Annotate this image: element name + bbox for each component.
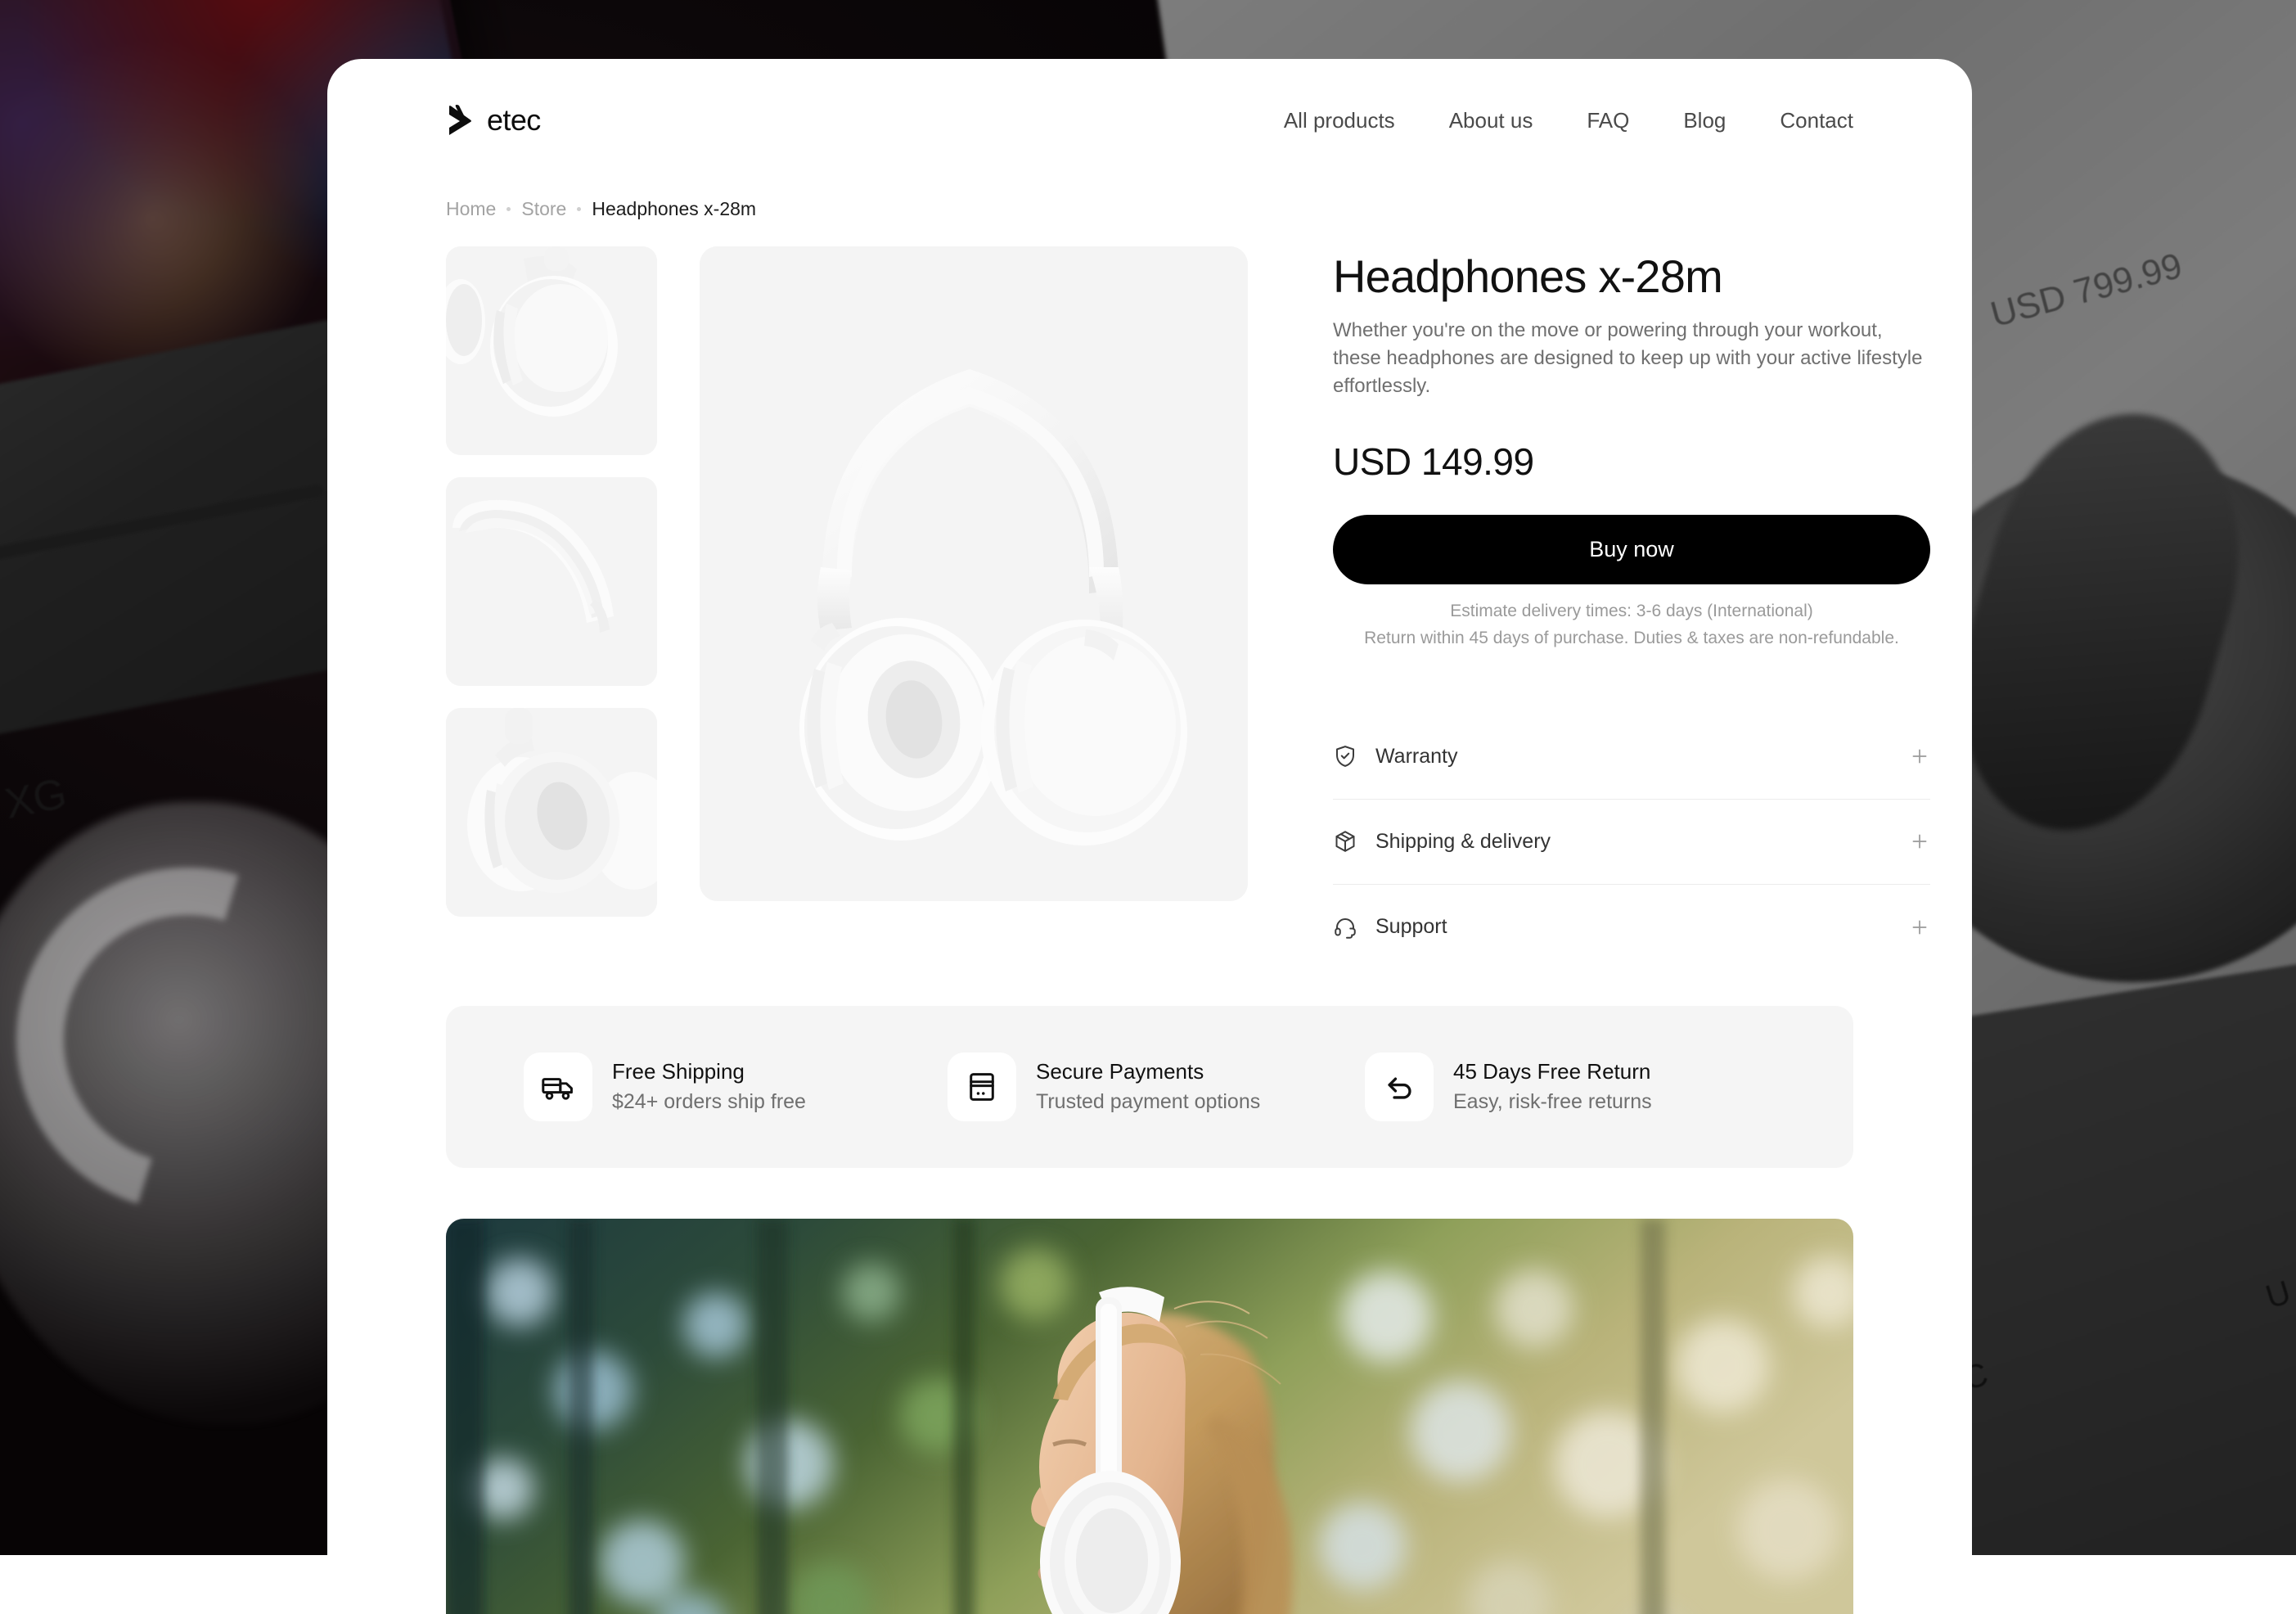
page-title: Headphones x-28m xyxy=(1333,253,1930,301)
accordion-label-warranty: Warranty xyxy=(1375,745,1909,769)
product-page-card: etec All products About us FAQ Blog Cont… xyxy=(327,59,1972,1614)
nav-link-blog[interactable]: Blog xyxy=(1683,108,1726,133)
nav-link-about-us[interactable]: About us xyxy=(1449,108,1533,133)
thumbnail-gallery xyxy=(446,246,657,970)
nav-link-faq[interactable]: FAQ xyxy=(1587,108,1629,133)
feature-title-secure-payments: Secure Payments xyxy=(1036,1058,1260,1085)
shield-check-icon xyxy=(1333,744,1357,769)
accordion-row-shipping-delivery[interactable]: Shipping & delivery xyxy=(1333,800,1930,885)
breadcrumb-item-home[interactable]: Home xyxy=(446,198,496,220)
features-bar: Free Shipping $24+ orders ship free Secu… xyxy=(446,1006,1853,1168)
feature-title-free-shipping: Free Shipping xyxy=(612,1058,806,1085)
buy-now-button[interactable]: Buy now xyxy=(1333,515,1930,584)
brand-logo[interactable]: etec xyxy=(446,103,541,138)
product-section: Headphones x-28m Whether you're on the m… xyxy=(446,246,1853,970)
credit-card-icon xyxy=(948,1053,1016,1121)
feature-free-return: 45 Days Free Return Easy, risk-free retu… xyxy=(1365,1053,1749,1121)
delivery-estimate-note: Estimate delivery times: 3-6 days (Inter… xyxy=(1333,599,1930,623)
feature-title-free-return: 45 Days Free Return xyxy=(1453,1058,1652,1085)
arrow-chevron-logo-icon xyxy=(446,104,474,137)
main-navigation: All products About us FAQ Blog Contact xyxy=(1284,108,1853,133)
plus-icon[interactable] xyxy=(1909,917,1930,938)
product-main-image[interactable] xyxy=(700,246,1248,901)
thumbnail-image-1[interactable] xyxy=(446,246,657,455)
feature-subtitle-secure-payments: Trusted payment options xyxy=(1036,1089,1260,1116)
feature-free-shipping: Free Shipping $24+ orders ship free xyxy=(524,1053,916,1121)
accordion-row-support[interactable]: Support xyxy=(1333,885,1930,970)
truck-icon xyxy=(524,1053,592,1121)
product-price: USD 149.99 xyxy=(1333,440,1930,484)
breadcrumb-separator-icon xyxy=(506,207,511,211)
return-arrow-icon xyxy=(1365,1053,1434,1121)
accordion-row-warranty[interactable]: Warranty xyxy=(1333,715,1930,800)
feature-secure-payments: Secure Payments Trusted payment options xyxy=(948,1053,1332,1121)
feature-subtitle-free-return: Easy, risk-free returns xyxy=(1453,1089,1652,1116)
nav-link-all-products[interactable]: All products xyxy=(1284,108,1395,133)
thumbnail-image-3[interactable] xyxy=(446,708,657,917)
breadcrumb: Home Store Headphones x-28m xyxy=(446,198,1853,220)
package-box-icon xyxy=(1333,829,1357,854)
breadcrumb-item-current: Headphones x-28m xyxy=(592,198,756,220)
plus-icon[interactable] xyxy=(1909,831,1930,852)
product-description: Whether you're on the move or powering t… xyxy=(1333,317,1930,400)
site-header: etec All products About us FAQ Blog Cont… xyxy=(446,59,1853,164)
headset-icon xyxy=(1333,915,1357,940)
breadcrumb-separator-icon xyxy=(577,207,581,211)
return-policy-note: Return within 45 days of purchase. Dutie… xyxy=(1333,626,1930,650)
accordion-label-support: Support xyxy=(1375,915,1909,939)
breadcrumb-item-store[interactable]: Store xyxy=(521,198,566,220)
product-details: Headphones x-28m Whether you're on the m… xyxy=(1290,246,1930,970)
accordion-label-shipping-delivery: Shipping & delivery xyxy=(1375,830,1909,854)
thumbnail-image-2[interactable] xyxy=(446,477,657,686)
plus-icon[interactable] xyxy=(1909,746,1930,767)
nav-link-contact[interactable]: Contact xyxy=(1780,108,1853,133)
brand-name: etec xyxy=(487,103,541,138)
product-info-accordion: Warranty xyxy=(1333,715,1930,970)
feature-subtitle-free-shipping: $24+ orders ship free xyxy=(612,1089,806,1116)
